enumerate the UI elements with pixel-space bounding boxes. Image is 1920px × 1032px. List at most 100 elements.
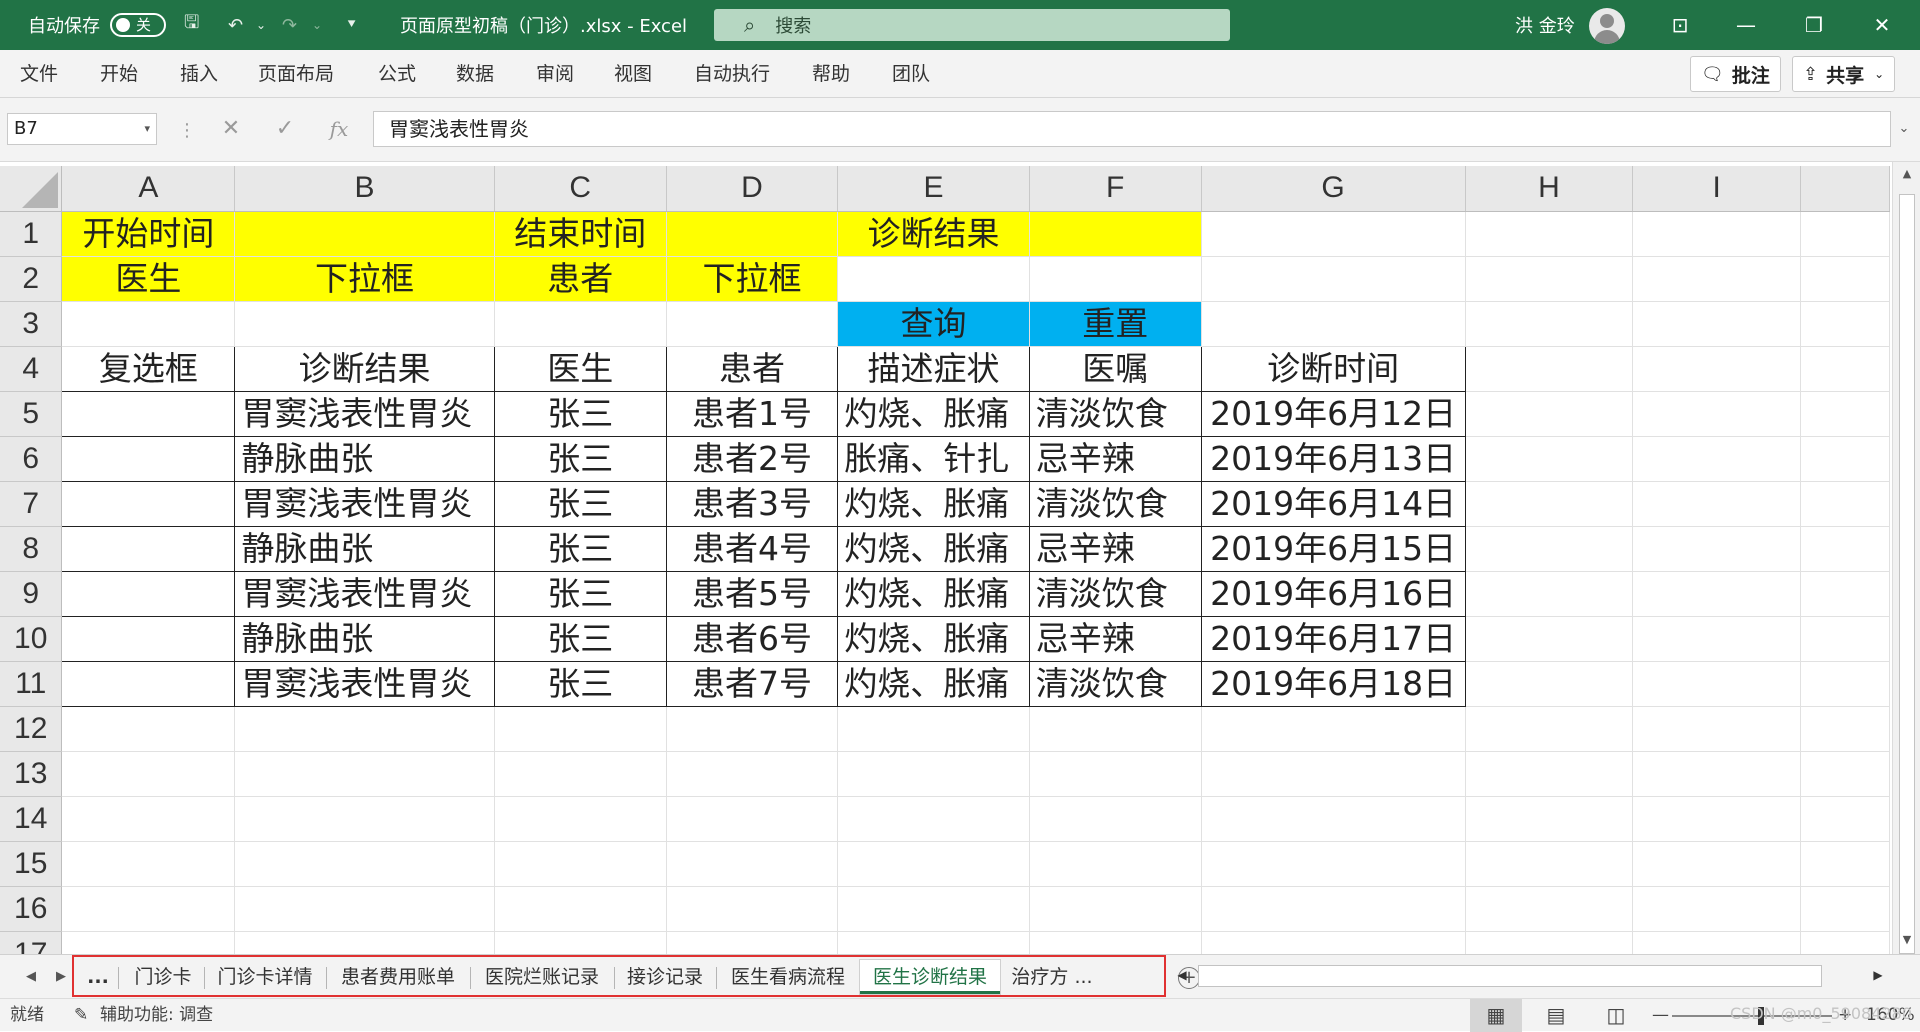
row-header[interactable]: 3 <box>0 301 63 347</box>
row-header[interactable]: 11 <box>0 661 63 707</box>
cell[interactable] <box>1029 886 1202 932</box>
record-checkbox[interactable] <box>61 525 236 572</box>
record-symptoms[interactable]: 灼烧、胀痛 <box>837 525 1030 572</box>
sheet-tabs-overflow[interactable]: ... <box>84 960 112 994</box>
scroll-right-icon[interactable]: ▶ <box>1866 959 1890 991</box>
cell[interactable] <box>1465 391 1634 437</box>
cell[interactable] <box>1800 661 1890 707</box>
record-doctor[interactable]: 张三 <box>493 390 667 437</box>
cell[interactable] <box>494 796 667 842</box>
cell[interactable] <box>1465 841 1634 887</box>
header-diagnosis-time[interactable]: 诊断时间 <box>1200 345 1466 392</box>
cell[interactable] <box>1465 796 1634 842</box>
cell[interactable] <box>1632 886 1801 932</box>
cell[interactable] <box>837 751 1030 797</box>
save-icon[interactable]: 🖫 <box>184 0 199 50</box>
scroll-down-icon[interactable]: ▼ <box>1893 928 1920 952</box>
record-symptoms[interactable]: 灼烧、胀痛 <box>837 570 1030 617</box>
cell[interactable] <box>837 796 1030 842</box>
cell[interactable] <box>666 706 839 752</box>
record-symptoms[interactable]: 胀痛、针扎 <box>837 435 1030 482</box>
tab-insert[interactable]: 插入 <box>180 50 218 98</box>
cell[interactable] <box>1201 211 1466 257</box>
record-checkbox[interactable] <box>61 615 236 662</box>
cell[interactable] <box>234 706 495 752</box>
record-advice[interactable]: 清淡饮食 <box>1028 390 1202 437</box>
cell[interactable] <box>61 301 236 347</box>
worksheet-grid[interactable]: A B C D E F G H I 1 开始时间 结束时间 诊断结果 2 医生 … <box>0 166 1890 954</box>
record-checkbox[interactable] <box>61 660 236 707</box>
column-header-e[interactable]: E <box>837 166 1030 212</box>
prev-sheet-icon[interactable]: ◀ <box>26 955 36 999</box>
tab-review[interactable]: 审阅 <box>536 50 574 98</box>
cell[interactable] <box>1201 931 1466 954</box>
redo-icon[interactable]: ↷ <box>282 0 297 50</box>
cell[interactable] <box>494 301 667 347</box>
cell[interactable] <box>837 256 1030 302</box>
column-header-b[interactable]: B <box>234 166 495 212</box>
record-patient[interactable]: 患者7号 <box>665 660 839 707</box>
cell[interactable] <box>666 796 839 842</box>
query-button[interactable]: 查询 <box>837 301 1030 347</box>
record-patient[interactable]: 患者5号 <box>665 570 839 617</box>
cell[interactable] <box>1800 886 1890 932</box>
record-diagnosis-time[interactable]: 2019年6月12日 <box>1200 390 1466 437</box>
cell[interactable] <box>1465 706 1634 752</box>
cell[interactable] <box>1201 301 1466 347</box>
row-header[interactable]: 9 <box>0 571 63 617</box>
cell[interactable] <box>1465 481 1634 527</box>
cell[interactable] <box>234 301 495 347</box>
record-diagnosis-time[interactable]: 2019年6月14日 <box>1200 480 1466 527</box>
cell[interactable] <box>1201 796 1466 842</box>
row-header[interactable]: 15 <box>0 841 63 887</box>
cell[interactable] <box>1800 391 1890 437</box>
cell[interactable] <box>1632 256 1801 302</box>
sheet-tab[interactable]: 医院烂账记录 <box>472 960 612 994</box>
cell[interactable] <box>61 751 236 797</box>
tab-file[interactable]: 文件 <box>20 50 58 98</box>
cell[interactable] <box>1800 436 1890 482</box>
cell[interactable] <box>1632 571 1801 617</box>
end-time-input[interactable] <box>666 211 839 257</box>
row-header[interactable]: 16 <box>0 886 63 932</box>
cell[interactable] <box>1201 841 1466 887</box>
record-doctor[interactable]: 张三 <box>493 435 667 482</box>
record-diagnosis-time[interactable]: 2019年6月16日 <box>1200 570 1466 617</box>
name-box[interactable]: B7 ▾ <box>7 113 157 145</box>
header-doctor[interactable]: 医生 <box>493 345 667 392</box>
horizontal-scroll-thumb[interactable] <box>1198 965 1822 987</box>
confirm-edit-icon[interactable]: ✓ <box>264 113 306 145</box>
cell[interactable] <box>837 706 1030 752</box>
record-checkbox[interactable] <box>61 435 236 482</box>
cell[interactable] <box>61 886 236 932</box>
sheet-tab[interactable]: 医生看病流程 <box>718 960 858 994</box>
record-symptoms[interactable]: 灼烧、胀痛 <box>837 615 1030 662</box>
column-header-partial[interactable] <box>1800 166 1890 212</box>
cell[interactable] <box>61 931 236 954</box>
cell[interactable] <box>1465 346 1634 392</box>
cell[interactable] <box>1800 931 1890 954</box>
sheet-tab[interactable]: 门诊卡 <box>124 960 202 994</box>
header-symptoms[interactable]: 描述症状 <box>837 345 1030 392</box>
record-diagnosis-time[interactable]: 2019年6月18日 <box>1200 660 1466 707</box>
record-diagnosis[interactable]: 胃窦浅表性胃炎 <box>234 390 495 437</box>
cell[interactable] <box>1632 706 1801 752</box>
row-header[interactable]: 7 <box>0 481 63 527</box>
user-name[interactable]: 洪 金玲 <box>1515 0 1575 50</box>
header-patient[interactable]: 患者 <box>665 345 839 392</box>
header-checkbox[interactable]: 复选框 <box>61 345 236 392</box>
record-patient[interactable]: 患者3号 <box>665 480 839 527</box>
record-diagnosis[interactable]: 静脉曲张 <box>234 435 495 482</box>
record-patient[interactable]: 患者6号 <box>665 615 839 662</box>
column-header-i[interactable]: I <box>1632 166 1801 212</box>
header-advice[interactable]: 医嘱 <box>1028 345 1202 392</box>
scroll-up-icon[interactable]: ▲ <box>1893 162 1920 186</box>
record-checkbox[interactable] <box>61 480 236 527</box>
share-button[interactable]: ⇪ 共享 ⌄ <box>1792 56 1896 92</box>
comments-button[interactable]: 🗨 批注 <box>1690 56 1781 92</box>
normal-view-icon[interactable]: ▦ <box>1470 999 1522 1032</box>
cell[interactable] <box>1201 706 1466 752</box>
record-checkbox[interactable] <box>61 390 236 437</box>
tab-page-layout[interactable]: 页面布局 <box>258 50 334 98</box>
record-symptoms[interactable]: 灼烧、胀痛 <box>837 480 1030 527</box>
